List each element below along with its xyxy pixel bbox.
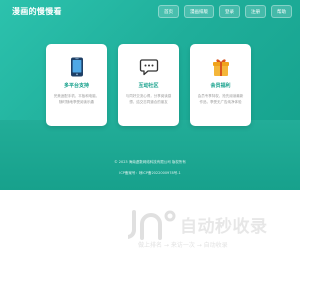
watermark-logo-icon xyxy=(128,210,176,240)
icp-link[interactable]: ICP备案号：琼ICP备2022000978号-1 xyxy=(0,171,300,176)
feature-title: 互动社区 xyxy=(138,83,159,89)
nav-home[interactable]: 首页 xyxy=(158,5,179,18)
nav-bar: 首页 漫画排版 登录 注册 帮助 xyxy=(158,5,292,18)
feature-card-membership: 会员福利 会员专享特权，抢先阅读最新作品，享受无广告纯净体验 xyxy=(190,44,251,126)
nav-login[interactable]: 登录 xyxy=(219,5,240,18)
feature-title: 会员福利 xyxy=(210,83,231,89)
nav-help[interactable]: 帮助 xyxy=(271,5,292,18)
feature-card-community: 互动社区 与同好交流心得，分享阅读感想，结交志同道合的朋友 xyxy=(118,44,179,126)
chat-icon xyxy=(139,57,159,77)
copyright-text: © 2023 海南虚数网络科技有限公司 版权所有 xyxy=(114,160,186,164)
top-header: 漫画的慢慢看 首页 漫画排版 登录 注册 帮助 xyxy=(0,0,300,26)
footer-band xyxy=(0,120,300,190)
phone-icon xyxy=(67,57,87,77)
feature-description: 会员专享特权，抢先阅读最新作品，享受无广告纯净体验 xyxy=(197,94,244,104)
feature-cards: 多平台支持 完美适配手机、平板和电脑，随时随地享受阅读乐趣 互动社区 与同好交流… xyxy=(46,44,251,126)
feature-title: 多平台支持 xyxy=(63,83,89,89)
site-footer: © 2023 海南虚数网络科技有限公司 版权所有 ICP备案号：琼ICP备202… xyxy=(0,160,300,176)
watermark-title: 自动秒收录 xyxy=(180,217,268,237)
watermark-overlay: 自动秒收录 做上排名 → 来访一次 → 自动收录 xyxy=(128,206,288,276)
nav-comic-layout[interactable]: 漫画排版 xyxy=(184,5,214,18)
feature-card-multiplatform: 多平台支持 完美适配手机、平板和电脑，随时随地享受阅读乐趣 xyxy=(46,44,107,126)
gift-icon xyxy=(211,57,231,77)
feature-description: 完美适配手机、平板和电脑，随时随地享受阅读乐趣 xyxy=(53,94,100,104)
watermark-subtitle: 做上排名 → 来访一次 → 自动收录 xyxy=(138,242,228,249)
feature-description: 与同好交流心得，分享阅读感想，结交志同道合的朋友 xyxy=(125,94,172,104)
nav-register[interactable]: 注册 xyxy=(245,5,266,18)
site-logo[interactable]: 漫画的慢慢看 xyxy=(12,6,62,17)
